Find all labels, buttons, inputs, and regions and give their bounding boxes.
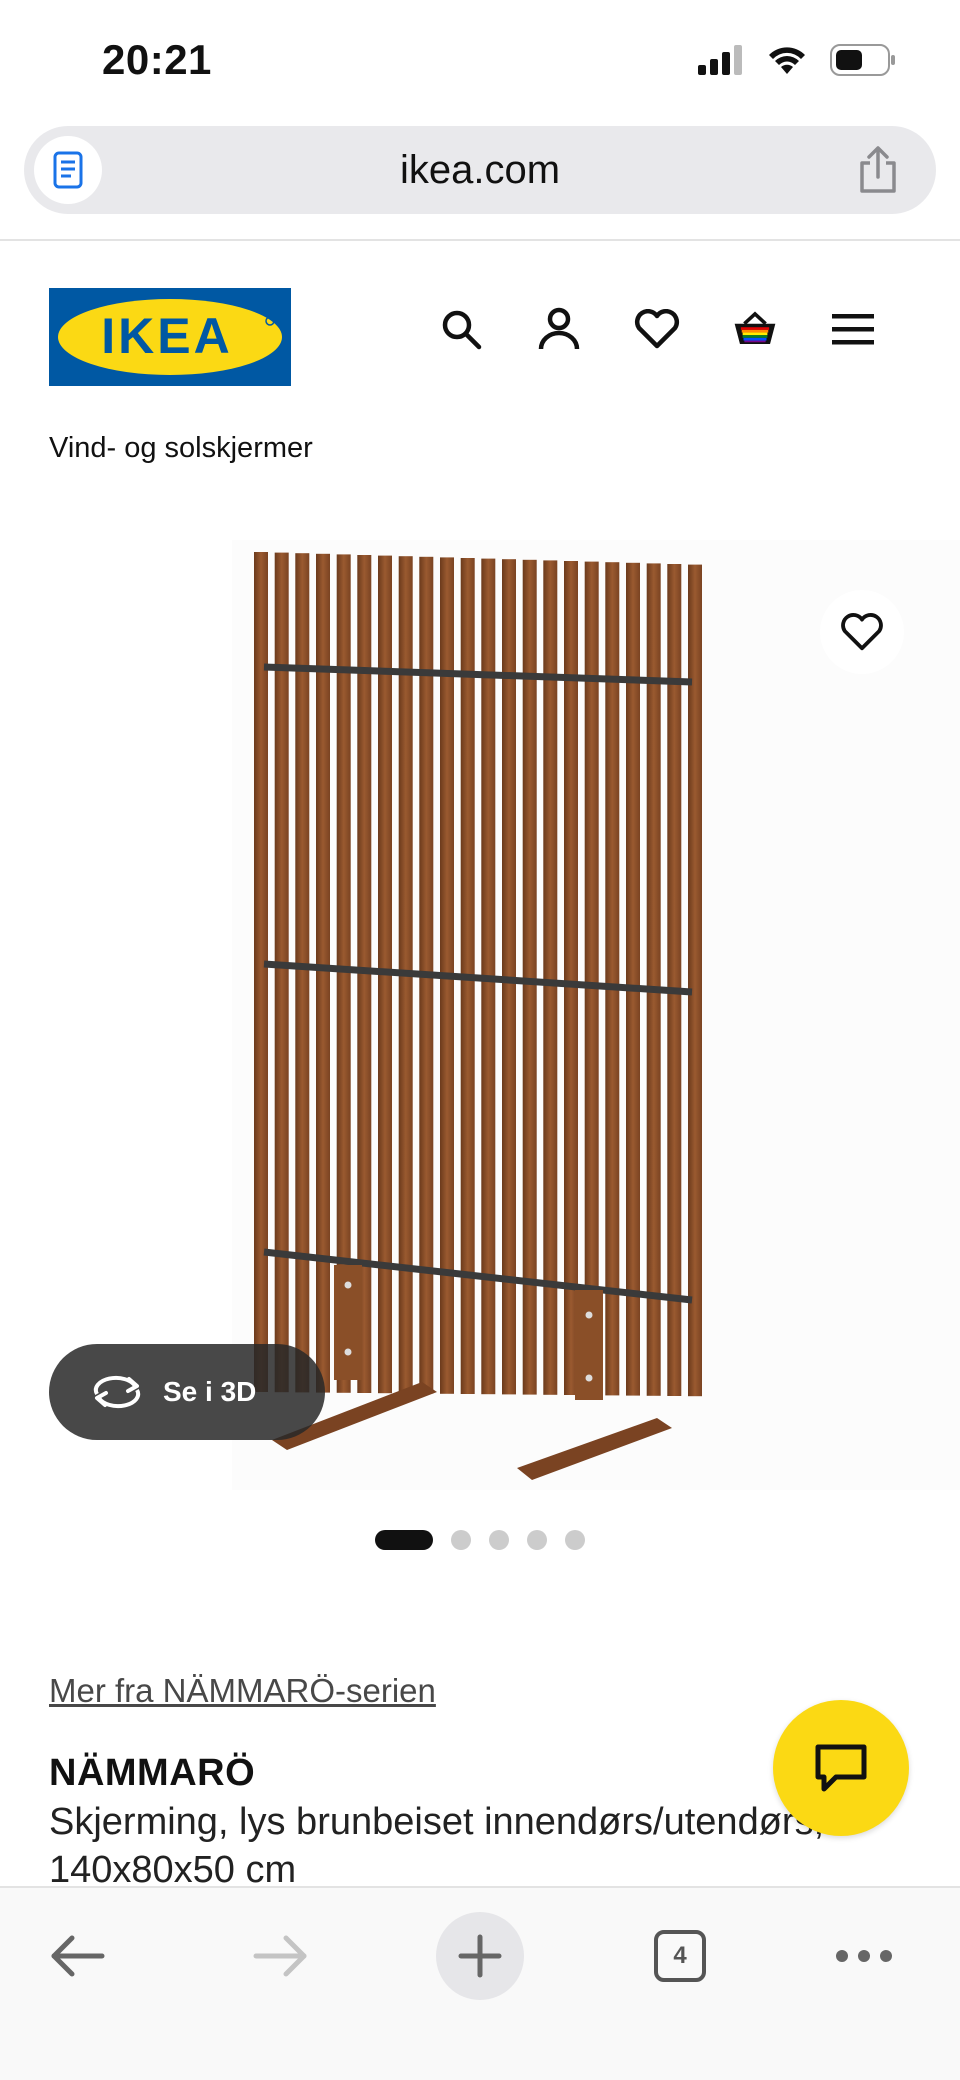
status-bar: 20:21 [0,0,960,120]
back-arrow-icon [51,1935,105,1977]
status-icons [698,44,896,76]
wifi-icon [769,47,805,74]
category-breadcrumb[interactable]: Vind- og solskjermer [49,432,313,465]
heart-icon [841,613,883,651]
forward-button[interactable] [236,1912,324,2000]
basket-button[interactable] [732,306,778,352]
plus-icon [458,1934,502,1978]
view-in-3d-label: Se i 3D [163,1376,257,1407]
tab-count-icon: 4 [654,1930,706,1982]
svg-text:IKEA: IKEA [101,308,232,364]
slat [626,562,640,1396]
slat [522,559,537,1395]
slat [564,561,578,1395]
carousel-dot[interactable] [489,1530,509,1550]
account-button[interactable] [536,306,582,352]
privacy-screen-illustration [254,552,702,1480]
share-icon [860,146,896,193]
slat [316,553,330,1393]
new-tab-button[interactable] [436,1912,524,2000]
carousel-dot[interactable] [565,1530,585,1550]
view-in-3d-button[interactable]: Se i 3D [49,1344,325,1440]
heart-icon [634,309,680,349]
slat [605,562,620,1396]
search-button[interactable] [438,306,484,352]
product-name: NÄMMARÖ [49,1752,256,1794]
slat [688,564,702,1397]
tabs-button[interactable]: 4 [636,1912,724,2000]
product-image[interactable] [232,540,960,1490]
menu-button[interactable] [830,306,876,352]
status-time: 20:21 [102,36,212,83]
basket-icon [734,311,776,345]
carousel-dot[interactable] [451,1530,471,1550]
search-icon [442,310,482,350]
slat [543,560,558,1395]
more-options-button[interactable] [820,1912,908,2000]
image-carousel-indicator [0,1530,960,1550]
menu-icon [832,314,874,345]
address-bar[interactable]: ikea.com [24,126,936,214]
toolbar-divider [0,239,960,241]
slat [584,561,599,1396]
account-icon [538,307,580,350]
ikea-logo[interactable]: IKEA [49,288,291,386]
slat [667,564,682,1396]
series-link[interactable]: Mer fra NÄMMARÖ-serien [49,1672,436,1710]
slat [274,552,289,1393]
carousel-dot[interactable] [375,1530,433,1550]
more-dots-icon [836,1950,892,1962]
rotate-3d-icon [93,1375,141,1409]
carousel-dot[interactable] [527,1530,547,1550]
share-button[interactable] [850,142,906,198]
back-button[interactable] [34,1912,122,2000]
slat [646,563,661,1396]
cellular-signal-icon [698,45,742,75]
chat-bubble-icon [815,1744,867,1792]
site-nav-icons [438,306,876,352]
slat [254,552,268,1392]
browser-bottom-toolbar: 4 [0,1886,960,2080]
add-to-favourites-button[interactable] [820,590,904,674]
battery-icon [830,44,895,76]
forward-arrow-icon [253,1935,307,1977]
favourites-button[interactable] [634,306,680,352]
chat-button[interactable] [773,1700,909,1836]
slat [295,553,310,1393]
url-text[interactable]: ikea.com [24,148,936,193]
